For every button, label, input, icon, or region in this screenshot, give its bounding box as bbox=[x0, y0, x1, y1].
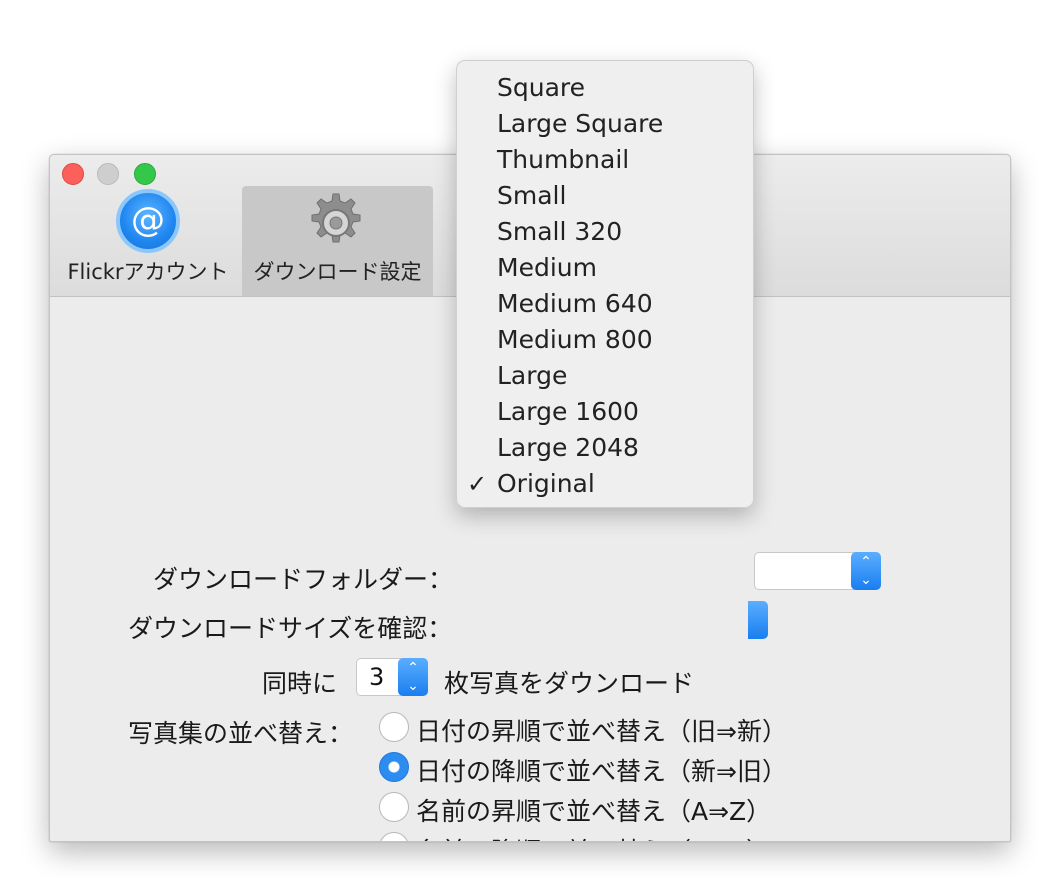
minimize-button[interactable] bbox=[97, 163, 119, 185]
menu-item-large-1600[interactable]: Large 1600 bbox=[497, 394, 639, 430]
sort-option-label[interactable]: 日付の降順で並べ替え（新⇒旧） bbox=[416, 752, 787, 788]
tab-label: Flickrアカウント bbox=[67, 260, 229, 284]
at-icon: @ bbox=[116, 189, 180, 253]
sort-date-asc-radio[interactable] bbox=[379, 712, 409, 742]
zoom-button[interactable] bbox=[134, 163, 156, 185]
download-folder-popup[interactable]: ⌃ ⌄ bbox=[754, 552, 881, 590]
menu-item-medium-800[interactable]: Medium 800 bbox=[497, 322, 653, 358]
menu-item-small[interactable]: Small bbox=[497, 178, 566, 214]
menu-item-original[interactable]: Original bbox=[497, 466, 595, 502]
menu-item-medium-640[interactable]: Medium 640 bbox=[497, 286, 653, 322]
menu-item-small-320[interactable]: Small 320 bbox=[497, 214, 622, 250]
concurrent-count-value: 3 bbox=[369, 663, 385, 691]
concurrent-count-stepper[interactable]: 3 ⌃ ⌄ bbox=[356, 658, 428, 696]
close-button[interactable] bbox=[62, 163, 84, 185]
sort-name-asc-radio[interactable] bbox=[379, 792, 409, 822]
download-size-popup[interactable] bbox=[748, 601, 768, 639]
download-size-menu[interactable]: Square Large Square Thumbnail Small Smal… bbox=[456, 60, 754, 508]
concurrent-prefix-label: 同時に bbox=[262, 669, 338, 698]
menu-item-large-square[interactable]: Large Square bbox=[497, 106, 663, 142]
tab-download-settings[interactable]: ダウンロード設定 bbox=[242, 186, 433, 296]
tab-label: ダウンロード設定 bbox=[253, 260, 422, 284]
sort-label: 写真集の並べ替え： bbox=[128, 719, 354, 748]
download-folder-label: ダウンロードフォルダー： bbox=[153, 565, 454, 594]
concurrent-suffix-label: 枚写真をダウンロード bbox=[444, 669, 695, 698]
menu-item-large-2048[interactable]: Large 2048 bbox=[497, 430, 639, 466]
download-size-label: ダウンロードサイズを確認： bbox=[128, 614, 453, 643]
sort-date-desc-radio[interactable] bbox=[379, 752, 409, 782]
sort-option-label[interactable]: 名前の昇順で並べ替え（A⇒Z） bbox=[416, 792, 771, 828]
sort-name-desc-radio[interactable] bbox=[379, 832, 409, 841]
chevron-updown-icon: ⌃ ⌄ bbox=[851, 552, 881, 590]
sort-option-label[interactable]: 名前の降順で並べ替え（Z⇒A） bbox=[416, 832, 771, 841]
sort-option-label[interactable]: 日付の昇順で並べ替え（旧⇒新） bbox=[416, 712, 787, 748]
checkmark-icon: ✓ bbox=[467, 470, 488, 498]
menu-item-thumbnail[interactable]: Thumbnail bbox=[497, 142, 629, 178]
menu-item-square[interactable]: Square bbox=[497, 70, 585, 106]
menu-item-large[interactable]: Large bbox=[497, 358, 567, 394]
menu-item-medium[interactable]: Medium bbox=[497, 250, 597, 286]
tab-flickr-account[interactable]: @ Flickrアカウント bbox=[58, 186, 238, 296]
chevron-updown-icon[interactable]: ⌃ ⌄ bbox=[398, 658, 428, 696]
gear-icon bbox=[311, 193, 361, 243]
